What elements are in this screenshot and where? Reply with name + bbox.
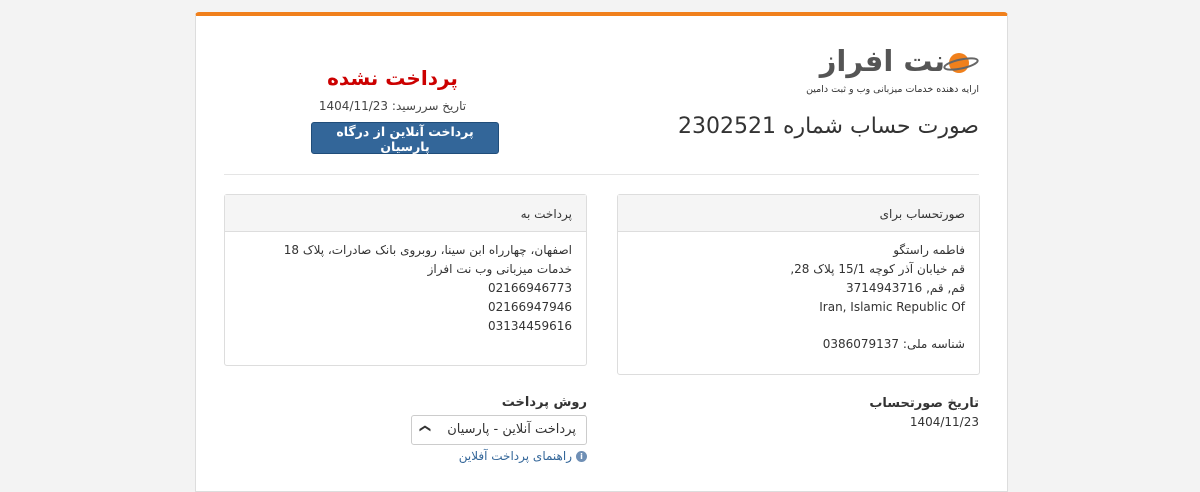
pay-to-line: 03134459616 [488,319,572,333]
header-divider [224,174,979,175]
info-icon: i [576,451,587,462]
pay-to-line: 02166946773 [488,281,572,295]
national-id-label: شناسه ملی: [902,337,965,351]
due-date-value: 1404/11/23 [318,99,389,113]
invoice-sheet: نت افراز ارایه دهنده خدمات میزبانی وب و … [195,12,1008,492]
payment-help-text: راهنمای پرداخت آفلاین [458,449,572,463]
pay-to-body: اصفهان، چهارراه ابن سینا، روبروی بانک صا… [225,232,586,345]
invoiced-to-panel: صورتحساب برای فاطمه راستگو قم خیابان آذر… [617,194,980,375]
national-id-value: 0386079137 [822,337,900,351]
brand-name: نت افراز [819,44,946,78]
payment-method-selected: پرداخت آنلاین - پارسیان [447,422,576,437]
invoice-date-value: 1404/11/23 [909,415,979,429]
payment-method-label: روش پرداخت [501,395,587,410]
pay-to-heading: پرداخت به [225,195,586,232]
brand-tagline: ارایه دهنده خدمات میزبانی وب و ثبت دامین [806,84,979,95]
payment-help-link[interactable]: i راهنمای پرداخت آفلاین [224,449,587,463]
pay-to-panel: پرداخت به اصفهان، چهارراه ابن سینا، روبر… [224,194,587,366]
invoiced-to-line: قم, قم, 3714943716 [845,281,965,295]
pay-to-line: خدمات میزبانی وب نت افراز [427,262,572,276]
invoice-date-label: تاریخ صورتحساب [869,396,979,411]
invoiced-to-heading: صورتحساب برای [618,195,979,232]
pay-to-line: 02166947946 [488,300,572,314]
pay-to-line: اصفهان، چهارراه ابن سینا، روبروی بانک صا… [283,243,572,257]
pay-online-button[interactable]: پرداخت آنلاین از درگاه پارسیان [311,122,499,154]
brand-logo: نت افراز ارایه دهنده خدمات میزبانی وب و … [799,44,979,104]
invoiced-to-line: Iran, Islamic Republic Of [819,300,965,314]
national-id-row: شناسه ملی: 0386079137 [632,335,965,354]
payment-method-select[interactable]: پرداخت آنلاین - پارسیان ❯ [411,415,587,445]
chevron-down-icon: ❯ [419,423,433,434]
due-date-row: تاریخ سررسید: 1404/11/23 [276,99,509,113]
invoice-title: صورت حساب شماره 2302521 [678,114,979,139]
status-badge: پرداخت نشده [327,66,458,90]
planet-logo-icon [943,53,979,73]
invoiced-to-line: قم خیابان آذر کوچه 15/1 پلاک 28, [790,262,965,276]
invoiced-to-body: فاطمه راستگو قم خیابان آذر کوچه 15/1 پلا… [618,232,979,363]
due-date-label: تاریخ سررسید: [391,99,467,113]
invoiced-to-line: فاطمه راستگو [893,243,965,257]
